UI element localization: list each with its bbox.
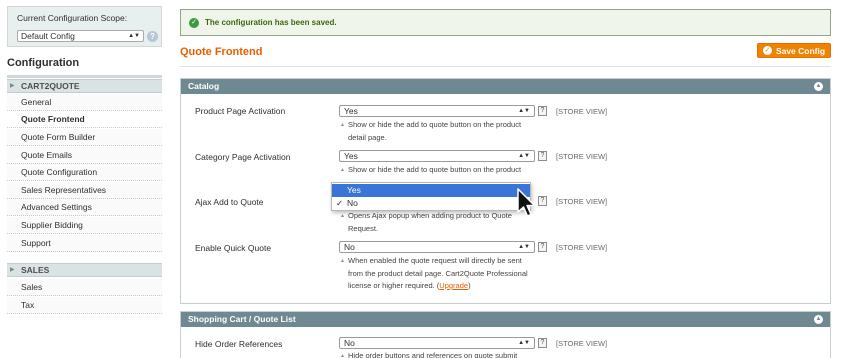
note-line: Show or hide the add to quote button on … — [348, 120, 522, 129]
note-triangle-icon: ▲ — [340, 167, 345, 173]
scope-label: Current Configuration Scope: — [17, 13, 128, 23]
note-text: license or higher required. ( — [348, 281, 440, 290]
scope-label: [STORE VIEW] — [556, 339, 608, 348]
sidebar-item-sales[interactable]: Sales — [7, 279, 162, 296]
sidebar-item-quote-form-builder[interactable]: Quote Form Builder — [7, 129, 162, 146]
save-config-label: Save Config — [775, 45, 826, 56]
select-arrows-icon: ▲▼ — [518, 340, 530, 346]
ajax-add-to-quote-dropdown[interactable]: Yes ✓ No — [331, 182, 531, 211]
help-icon[interactable]: ? — [538, 106, 547, 116]
scope-label: [STORE VIEW] — [556, 152, 608, 161]
group-label: SALES — [21, 265, 50, 275]
mouse-cursor-icon — [517, 188, 536, 217]
help-icon[interactable]: ? — [538, 196, 547, 206]
scope-switcher: Current Configuration Scope: Default Con… — [7, 6, 162, 47]
collapse-icon[interactable]: ▲ — [814, 82, 823, 91]
scope-select-value: Default Config — [21, 31, 75, 41]
field-label-hide-order-references: Hide Order References — [195, 339, 283, 349]
group-sales[interactable]: ▶ SALES — [7, 263, 162, 277]
sidebar-item-quote-emails[interactable]: Quote Emails — [7, 147, 162, 164]
config-title: Configuration — [7, 57, 80, 69]
save-icon: ✓ — [762, 46, 772, 55]
divider — [180, 66, 831, 67]
field-label-category-page-activation: Category Page Activation — [195, 152, 291, 162]
collapse-icon[interactable]: ▲ — [814, 315, 823, 324]
note-line: Show or hide the add to quote button on … — [348, 165, 522, 174]
dropdown-option-yes[interactable]: Yes — [332, 184, 530, 197]
section-header-shopping-cart[interactable]: Shopping Cart / Quote List ▲ — [181, 312, 830, 327]
field-note: ▲ Show or hide the add to quote button o… — [340, 119, 548, 144]
select-value: No — [344, 338, 355, 348]
field-label-ajax-add-to-quote: Ajax Add to Quote — [195, 197, 264, 207]
note-triangle-icon: ▲ — [340, 258, 345, 264]
checkmark-icon: ✓ — [336, 198, 344, 208]
note-text: ) — [468, 281, 471, 290]
option-label: Yes — [347, 185, 361, 195]
sidebar-item-sales-representatives[interactable]: Sales Representatives — [7, 182, 162, 199]
sidebar: Current Configuration Scope: Default Con… — [7, 6, 162, 358]
select-value: Yes — [344, 151, 358, 161]
note-line: Hide order buttons and references on quo… — [348, 351, 518, 358]
sidebar-item-quote-configuration[interactable]: Quote Configuration — [7, 164, 162, 181]
sidebar-item-quote-frontend[interactable]: Quote Frontend — [7, 111, 162, 128]
help-icon[interactable]: ? — [538, 338, 547, 348]
help-icon[interactable]: ? — [147, 30, 158, 42]
note-line-with-link: license or higher required. (Upgrade) — [348, 280, 558, 293]
help-icon[interactable]: ? — [538, 242, 547, 252]
select-arrows-icon: ▲▼ — [518, 244, 530, 250]
scope-label: [STORE VIEW] — [556, 197, 608, 206]
field-label-enable-quick-quote: Enable Quick Quote — [195, 243, 272, 253]
section-header-catalog[interactable]: Catalog ▲ — [181, 79, 830, 94]
sidebar-item-general[interactable]: General — [7, 94, 162, 111]
divider — [7, 75, 162, 78]
note-triangle-icon: ▲ — [340, 353, 345, 358]
scope-label: [STORE VIEW] — [556, 107, 608, 116]
save-config-button[interactable]: ✓ Save Config — [757, 43, 831, 58]
select-arrows-icon: ▲▼ — [518, 153, 530, 159]
note-triangle-icon: ▲ — [340, 213, 345, 219]
upgrade-link[interactable]: Upgrade — [439, 281, 468, 290]
field-note: ▲ When enabled the quote request will di… — [340, 255, 558, 293]
note-line: Request. — [348, 223, 379, 233]
note-line: from the product detail page. Cart2Quote… — [348, 268, 528, 278]
select-arrows-icon: ▲▼ — [518, 108, 530, 114]
page-title: Quote Frontend — [180, 46, 263, 58]
field-note: ▲ Show or hide the add to quote button o… — [340, 164, 548, 177]
sidebar-item-advanced-settings[interactable]: Advanced Settings — [7, 199, 162, 216]
note-triangle-icon: ▲ — [340, 122, 345, 128]
select-value: No — [344, 242, 355, 252]
option-label: No — [347, 198, 358, 208]
field-note: ▲ Hide order buttons and references on q… — [340, 350, 548, 358]
sidebar-item-support[interactable]: Support — [7, 235, 162, 252]
check-icon: ✓ — [189, 17, 199, 28]
select-arrows-icon: ▲▼ — [128, 33, 140, 39]
success-message-text: The configuration has been saved. — [205, 18, 337, 27]
select-enable-quick-quote[interactable]: No ▲▼ — [339, 241, 535, 253]
field-label-product-page-activation: Product Page Activation — [195, 106, 286, 116]
select-value: Yes — [344, 106, 358, 116]
group-label: CART2QUOTE — [21, 81, 80, 91]
scope-label: [STORE VIEW] — [556, 243, 608, 252]
dropdown-option-no[interactable]: ✓ No — [332, 197, 530, 210]
select-hide-order-references[interactable]: No ▲▼ — [339, 337, 535, 349]
section-title: Catalog — [188, 81, 220, 91]
sidebar-item-tax[interactable]: Tax — [7, 297, 162, 314]
select-product-page-activation[interactable]: Yes ▲▼ — [339, 105, 535, 117]
select-category-page-activation[interactable]: Yes ▲▼ — [339, 150, 535, 162]
note-line: When enabled the quote request will dire… — [348, 256, 522, 265]
success-message: ✓ The configuration has been saved. — [180, 9, 831, 36]
help-icon[interactable]: ? — [538, 151, 547, 161]
group-cart2quote[interactable]: ▶ CART2QUOTE — [7, 79, 162, 93]
expand-triangle-icon: ▶ — [10, 267, 15, 273]
expand-triangle-icon: ▶ — [10, 83, 15, 89]
scope-select[interactable]: Default Config ▲▼ — [17, 30, 144, 42]
section-title: Shopping Cart / Quote List — [188, 314, 296, 324]
note-line: detail page. — [348, 132, 387, 142]
sidebar-item-supplier-bidding[interactable]: Supplier Bidding — [7, 217, 162, 234]
